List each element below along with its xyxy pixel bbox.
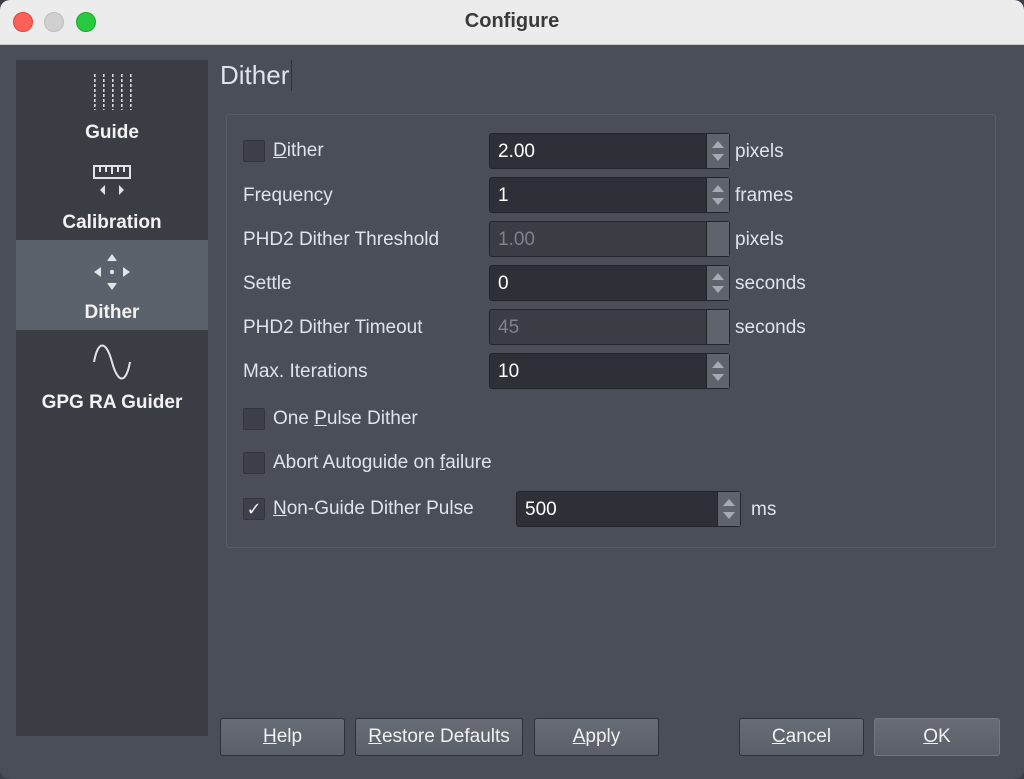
abort-autoguide-checkbox[interactable] bbox=[243, 452, 265, 474]
threshold-stepper: 1.00 bbox=[489, 221, 730, 257]
cancel-button[interactable]: Cancel bbox=[739, 718, 864, 756]
timeout-stepper: 45 bbox=[489, 309, 730, 345]
window-title: Configure bbox=[464, 10, 560, 32]
sidebar-item-label: Dither bbox=[84, 302, 140, 323]
chevron-down-icon[interactable] bbox=[712, 286, 724, 293]
chevron-up-icon[interactable] bbox=[712, 185, 724, 192]
chevron-down-icon[interactable] bbox=[712, 198, 724, 205]
configure-window: Configure Guide Calibration Dither GPG R… bbox=[0, 0, 1024, 779]
timeout-unit: seconds bbox=[735, 317, 806, 338]
dither-pixels-stepper[interactable]: 2.00 bbox=[489, 133, 730, 169]
stepper-buttons[interactable] bbox=[706, 354, 729, 388]
sidebar-item-gpg-ra-guider[interactable]: GPG RA Guider bbox=[16, 330, 208, 420]
chevron-down-icon[interactable] bbox=[712, 374, 724, 381]
dither-pixels-value: 2.00 bbox=[498, 141, 535, 162]
chevron-down-icon[interactable] bbox=[723, 512, 735, 519]
timeout-label: PHD2 Dither Timeout bbox=[243, 317, 423, 338]
frequency-unit: frames bbox=[735, 185, 794, 206]
sidebar: Guide Calibration Dither GPG RA Guider bbox=[16, 60, 208, 736]
restore-defaults-button[interactable]: Restore Defaults bbox=[355, 718, 523, 756]
abort-autoguide-label: Abort Autoguide on failure bbox=[273, 452, 492, 473]
settle-stepper[interactable]: 0 bbox=[489, 265, 730, 301]
stepper-buttons[interactable] bbox=[706, 266, 729, 300]
dots-grid-icon bbox=[92, 74, 132, 110]
non-guide-dither-pulse-label: Non-Guide Dither Pulse bbox=[273, 498, 474, 519]
threshold-value: 1.00 bbox=[498, 229, 535, 250]
stepper-buttons bbox=[706, 222, 729, 256]
non-guide-dither-pulse-checkbox[interactable]: ✓ bbox=[243, 498, 265, 520]
dither-unit: pixels bbox=[735, 141, 784, 162]
apply-button[interactable]: Apply bbox=[534, 718, 659, 756]
page-title: Dither bbox=[220, 60, 293, 91]
settle-value: 0 bbox=[498, 273, 509, 294]
one-pulse-dither-checkbox[interactable] bbox=[243, 408, 265, 430]
dither-checkbox[interactable] bbox=[243, 140, 265, 162]
sidebar-item-label: GPG RA Guider bbox=[41, 392, 183, 413]
threshold-label: PHD2 Dither Threshold bbox=[243, 229, 440, 250]
settle-label: Settle bbox=[243, 273, 292, 294]
sidebar-item-label: Calibration bbox=[62, 212, 162, 233]
chevron-up-icon[interactable] bbox=[712, 361, 724, 368]
stepper-buttons bbox=[706, 310, 729, 344]
ruler-icon bbox=[93, 165, 131, 195]
help-button[interactable]: Help bbox=[220, 718, 345, 756]
stepper-buttons[interactable] bbox=[706, 178, 729, 212]
sine-wave-icon bbox=[93, 344, 131, 380]
dither-label: Dither bbox=[273, 140, 324, 161]
sidebar-item-calibration[interactable]: Calibration bbox=[16, 150, 208, 240]
sidebar-item-dither[interactable]: Dither bbox=[16, 240, 208, 330]
move-arrows-icon bbox=[94, 254, 130, 290]
max-iterations-value: 10 bbox=[498, 361, 520, 382]
timeout-value: 45 bbox=[498, 317, 520, 338]
ok-button[interactable]: OK bbox=[874, 718, 1000, 756]
chevron-up-icon[interactable] bbox=[712, 141, 724, 148]
frequency-stepper[interactable]: 1 bbox=[489, 177, 730, 213]
chevron-down-icon[interactable] bbox=[712, 154, 724, 161]
chevron-up-icon[interactable] bbox=[712, 273, 724, 280]
non-guide-pulse-unit: ms bbox=[751, 499, 777, 520]
chevron-up-icon[interactable] bbox=[723, 499, 735, 506]
max-iterations-label: Max. Iterations bbox=[243, 361, 368, 382]
sidebar-item-guide[interactable]: Guide bbox=[16, 60, 208, 150]
non-guide-pulse-stepper[interactable]: 500 bbox=[516, 491, 741, 527]
non-guide-pulse-value: 500 bbox=[525, 499, 557, 520]
settle-unit: seconds bbox=[735, 273, 806, 294]
title-bar: Configure bbox=[0, 0, 1024, 45]
threshold-unit: pixels bbox=[735, 229, 784, 250]
stepper-buttons[interactable] bbox=[706, 134, 729, 168]
sidebar-item-label: Guide bbox=[85, 122, 139, 143]
frequency-value: 1 bbox=[498, 185, 509, 206]
one-pulse-dither-label: One Pulse Dither bbox=[273, 408, 418, 429]
max-iterations-stepper[interactable]: 10 bbox=[489, 353, 730, 389]
stepper-buttons[interactable] bbox=[717, 492, 740, 526]
frequency-label: Frequency bbox=[243, 185, 333, 206]
